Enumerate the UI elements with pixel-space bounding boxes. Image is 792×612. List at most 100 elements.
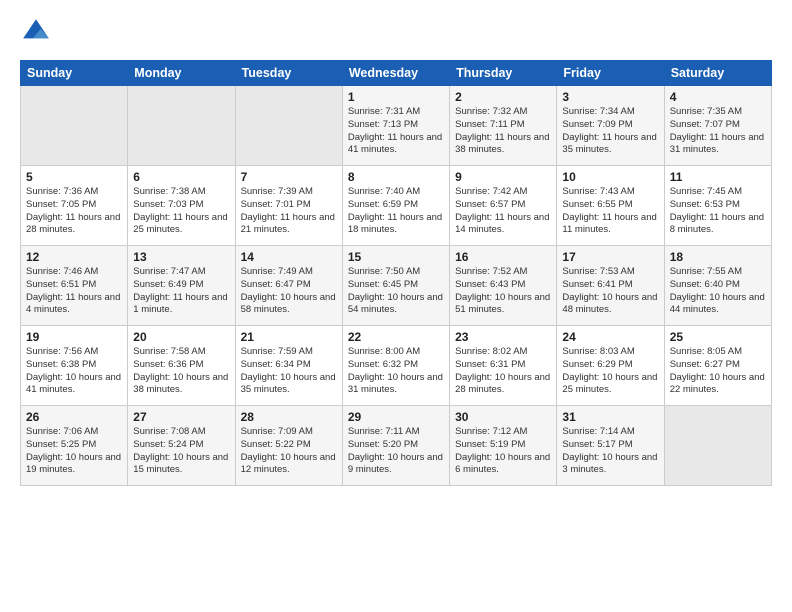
- day-cell: 30 Sunrise: 7:12 AM Sunset: 5:19 PM Dayli…: [450, 406, 557, 486]
- day-info: Sunrise: 7:46 AM Sunset: 6:51 PM Dayligh…: [26, 266, 122, 317]
- day-info: Sunrise: 8:03 AM Sunset: 6:29 PM Dayligh…: [562, 346, 658, 397]
- day-cell: 18 Sunrise: 7:55 AM Sunset: 6:40 PM Dayli…: [664, 246, 771, 326]
- day-number: 31: [562, 410, 658, 424]
- day-info: Sunrise: 7:56 AM Sunset: 6:38 PM Dayligh…: [26, 346, 122, 397]
- week-row-1: 5 Sunrise: 7:36 AM Sunset: 7:05 PM Daylig…: [21, 166, 772, 246]
- day-number: 29: [348, 410, 444, 424]
- day-cell: 28 Sunrise: 7:09 AM Sunset: 5:22 PM Dayli…: [235, 406, 342, 486]
- day-number: 17: [562, 250, 658, 264]
- day-number: 14: [241, 250, 337, 264]
- day-info: Sunrise: 7:39 AM Sunset: 7:01 PM Dayligh…: [241, 186, 337, 237]
- day-number: 6: [133, 170, 229, 184]
- logo-icon: [20, 16, 52, 48]
- day-number: 24: [562, 330, 658, 344]
- day-cell: 14 Sunrise: 7:49 AM Sunset: 6:47 PM Dayli…: [235, 246, 342, 326]
- week-row-2: 12 Sunrise: 7:46 AM Sunset: 6:51 PM Dayli…: [21, 246, 772, 326]
- day-info: Sunrise: 7:40 AM Sunset: 6:59 PM Dayligh…: [348, 186, 444, 237]
- day-number: 12: [26, 250, 122, 264]
- header-cell-wednesday: Wednesday: [342, 61, 449, 86]
- day-number: 23: [455, 330, 551, 344]
- day-number: 15: [348, 250, 444, 264]
- day-info: Sunrise: 7:31 AM Sunset: 7:13 PM Dayligh…: [348, 106, 444, 157]
- day-number: 26: [26, 410, 122, 424]
- day-number: 22: [348, 330, 444, 344]
- day-cell: 4 Sunrise: 7:35 AM Sunset: 7:07 PM Daylig…: [664, 86, 771, 166]
- day-cell: 23 Sunrise: 8:02 AM Sunset: 6:31 PM Dayli…: [450, 326, 557, 406]
- day-cell: 16Sunrise: 7:52 AM Sunset: 6:43 PM Dayli…: [450, 246, 557, 326]
- day-info: Sunrise: 8:05 AM Sunset: 6:27 PM Dayligh…: [670, 346, 766, 397]
- day-cell: 24 Sunrise: 8:03 AM Sunset: 6:29 PM Dayli…: [557, 326, 664, 406]
- day-cell: 12 Sunrise: 7:46 AM Sunset: 6:51 PM Dayli…: [21, 246, 128, 326]
- day-number: 9: [455, 170, 551, 184]
- day-info: Sunrise: 7:49 AM Sunset: 6:47 PM Dayligh…: [241, 266, 337, 317]
- header-cell-sunday: Sunday: [21, 61, 128, 86]
- day-cell: 2 Sunrise: 7:32 AM Sunset: 7:11 PM Daylig…: [450, 86, 557, 166]
- day-cell: 21 Sunrise: 7:59 AM Sunset: 6:34 PM Dayli…: [235, 326, 342, 406]
- day-cell: 13 Sunrise: 7:47 AM Sunset: 6:49 PM Dayli…: [128, 246, 235, 326]
- day-cell: 26 Sunrise: 7:06 AM Sunset: 5:25 PM Dayli…: [21, 406, 128, 486]
- logo: [20, 16, 56, 48]
- day-cell: 1 Sunrise: 7:31 AM Sunset: 7:13 PM Daylig…: [342, 86, 449, 166]
- day-info: Sunrise: 7:06 AM Sunset: 5:25 PM Dayligh…: [26, 426, 122, 477]
- day-number: 8: [348, 170, 444, 184]
- day-cell: 10Sunrise: 7:43 AM Sunset: 6:55 PM Dayli…: [557, 166, 664, 246]
- day-number: 2: [455, 90, 551, 104]
- day-cell: 20 Sunrise: 7:58 AM Sunset: 6:36 PM Dayli…: [128, 326, 235, 406]
- day-info: Sunrise: 7:36 AM Sunset: 7:05 PM Dayligh…: [26, 186, 122, 237]
- day-cell: 17Sunrise: 7:53 AM Sunset: 6:41 PM Dayli…: [557, 246, 664, 326]
- day-number: 13: [133, 250, 229, 264]
- day-cell: 11Sunrise: 7:45 AM Sunset: 6:53 PM Dayli…: [664, 166, 771, 246]
- day-cell: 8 Sunrise: 7:40 AM Sunset: 6:59 PM Daylig…: [342, 166, 449, 246]
- day-number: 21: [241, 330, 337, 344]
- week-row-0: 1 Sunrise: 7:31 AM Sunset: 7:13 PM Daylig…: [21, 86, 772, 166]
- day-cell: 9Sunrise: 7:42 AM Sunset: 6:57 PM Daylig…: [450, 166, 557, 246]
- day-cell: 31 Sunrise: 7:14 AM Sunset: 5:17 PM Dayli…: [557, 406, 664, 486]
- day-info: Sunrise: 7:47 AM Sunset: 6:49 PM Dayligh…: [133, 266, 229, 317]
- day-number: 27: [133, 410, 229, 424]
- day-info: Sunrise: 8:02 AM Sunset: 6:31 PM Dayligh…: [455, 346, 551, 397]
- day-number: 19: [26, 330, 122, 344]
- header-cell-friday: Friday: [557, 61, 664, 86]
- day-info: Sunrise: 7:52 AM Sunset: 6:43 PM Dayligh…: [455, 266, 551, 317]
- day-cell: 25 Sunrise: 8:05 AM Sunset: 6:27 PM Dayli…: [664, 326, 771, 406]
- header-cell-tuesday: Tuesday: [235, 61, 342, 86]
- day-cell: [235, 86, 342, 166]
- day-number: 7: [241, 170, 337, 184]
- day-cell: 7 Sunrise: 7:39 AM Sunset: 7:01 PM Daylig…: [235, 166, 342, 246]
- header-row: SundayMondayTuesdayWednesdayThursdayFrid…: [21, 61, 772, 86]
- header: [20, 16, 772, 48]
- day-info: Sunrise: 7:45 AM Sunset: 6:53 PM Dayligh…: [670, 186, 766, 237]
- day-number: 1: [348, 90, 444, 104]
- day-info: Sunrise: 7:32 AM Sunset: 7:11 PM Dayligh…: [455, 106, 551, 157]
- day-info: Sunrise: 7:59 AM Sunset: 6:34 PM Dayligh…: [241, 346, 337, 397]
- day-cell: 3Sunrise: 7:34 AM Sunset: 7:09 PM Daylig…: [557, 86, 664, 166]
- day-number: 4: [670, 90, 766, 104]
- day-cell: 22Sunrise: 8:00 AM Sunset: 6:32 PM Dayli…: [342, 326, 449, 406]
- day-info: Sunrise: 7:12 AM Sunset: 5:19 PM Dayligh…: [455, 426, 551, 477]
- day-info: Sunrise: 7:50 AM Sunset: 6:45 PM Dayligh…: [348, 266, 444, 317]
- day-number: 28: [241, 410, 337, 424]
- day-info: Sunrise: 7:09 AM Sunset: 5:22 PM Dayligh…: [241, 426, 337, 477]
- day-number: 30: [455, 410, 551, 424]
- day-cell: [21, 86, 128, 166]
- day-info: Sunrise: 7:35 AM Sunset: 7:07 PM Dayligh…: [670, 106, 766, 157]
- day-number: 10: [562, 170, 658, 184]
- day-cell: [128, 86, 235, 166]
- calendar-table: SundayMondayTuesdayWednesdayThursdayFrid…: [20, 60, 772, 486]
- week-row-4: 26 Sunrise: 7:06 AM Sunset: 5:25 PM Dayli…: [21, 406, 772, 486]
- day-info: Sunrise: 7:14 AM Sunset: 5:17 PM Dayligh…: [562, 426, 658, 477]
- day-cell: 6 Sunrise: 7:38 AM Sunset: 7:03 PM Daylig…: [128, 166, 235, 246]
- day-cell: [664, 406, 771, 486]
- header-cell-saturday: Saturday: [664, 61, 771, 86]
- day-info: Sunrise: 7:58 AM Sunset: 6:36 PM Dayligh…: [133, 346, 229, 397]
- week-row-3: 19 Sunrise: 7:56 AM Sunset: 6:38 PM Dayli…: [21, 326, 772, 406]
- day-number: 20: [133, 330, 229, 344]
- day-info: Sunrise: 7:08 AM Sunset: 5:24 PM Dayligh…: [133, 426, 229, 477]
- day-info: Sunrise: 7:55 AM Sunset: 6:40 PM Dayligh…: [670, 266, 766, 317]
- header-cell-monday: Monday: [128, 61, 235, 86]
- day-number: 18: [670, 250, 766, 264]
- day-cell: 27 Sunrise: 7:08 AM Sunset: 5:24 PM Dayli…: [128, 406, 235, 486]
- day-info: Sunrise: 7:38 AM Sunset: 7:03 PM Dayligh…: [133, 186, 229, 237]
- day-number: 5: [26, 170, 122, 184]
- day-number: 25: [670, 330, 766, 344]
